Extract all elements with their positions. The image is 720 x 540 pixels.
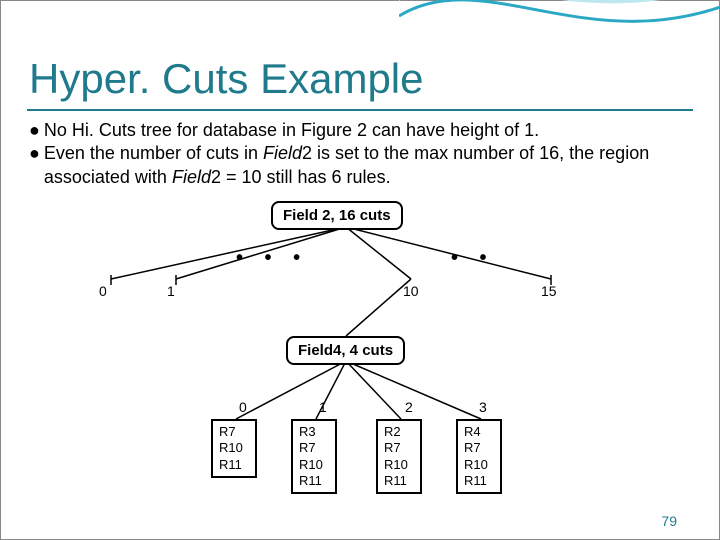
bullet-text: Even the number of cuts in Field2 is set… bbox=[44, 142, 693, 189]
bullet-item: ● No Hi. Cuts tree for database in Figur… bbox=[29, 119, 693, 142]
leaf-node: R2 R7 R10 R11 bbox=[376, 419, 422, 494]
root-node: Field 2, 16 cuts bbox=[271, 201, 403, 230]
edge-label: 1 bbox=[319, 399, 327, 415]
title-underline bbox=[27, 109, 693, 111]
edge-label: 2 bbox=[405, 399, 413, 415]
wave-decoration bbox=[399, 0, 720, 101]
slide-title: Hyper. Cuts Example bbox=[29, 55, 424, 103]
bullet-list: ● No Hi. Cuts tree for database in Figur… bbox=[29, 119, 693, 189]
edge-label: 0 bbox=[99, 283, 107, 299]
page-number: 79 bbox=[661, 513, 677, 529]
leaf-node: R4 R7 R10 R11 bbox=[456, 419, 502, 494]
bullet-item: ● Even the number of cuts in Field2 is s… bbox=[29, 142, 693, 189]
edge-label: 1 bbox=[167, 283, 175, 299]
edge-label: 0 bbox=[239, 399, 247, 415]
bullet-text: No Hi. Cuts tree for database in Figure … bbox=[44, 119, 693, 142]
edge-label: 15 bbox=[541, 283, 557, 299]
edge-label: 10 bbox=[403, 283, 419, 299]
edge-label: 3 bbox=[479, 399, 487, 415]
leaf-node: R3 R7 R10 R11 bbox=[291, 419, 337, 494]
tree-diagram: Field 2, 16 cuts 0 1 10 15 • • • • • Fie… bbox=[81, 201, 641, 511]
bullet-icon: ● bbox=[29, 119, 40, 142]
ellipsis-icon: • • • bbox=[236, 247, 308, 270]
ellipsis-icon: • • bbox=[451, 247, 495, 270]
bullet-icon: ● bbox=[29, 142, 40, 165]
mid-node: Field4, 4 cuts bbox=[286, 336, 405, 365]
leaf-node: R7 R10 R11 bbox=[211, 419, 257, 478]
